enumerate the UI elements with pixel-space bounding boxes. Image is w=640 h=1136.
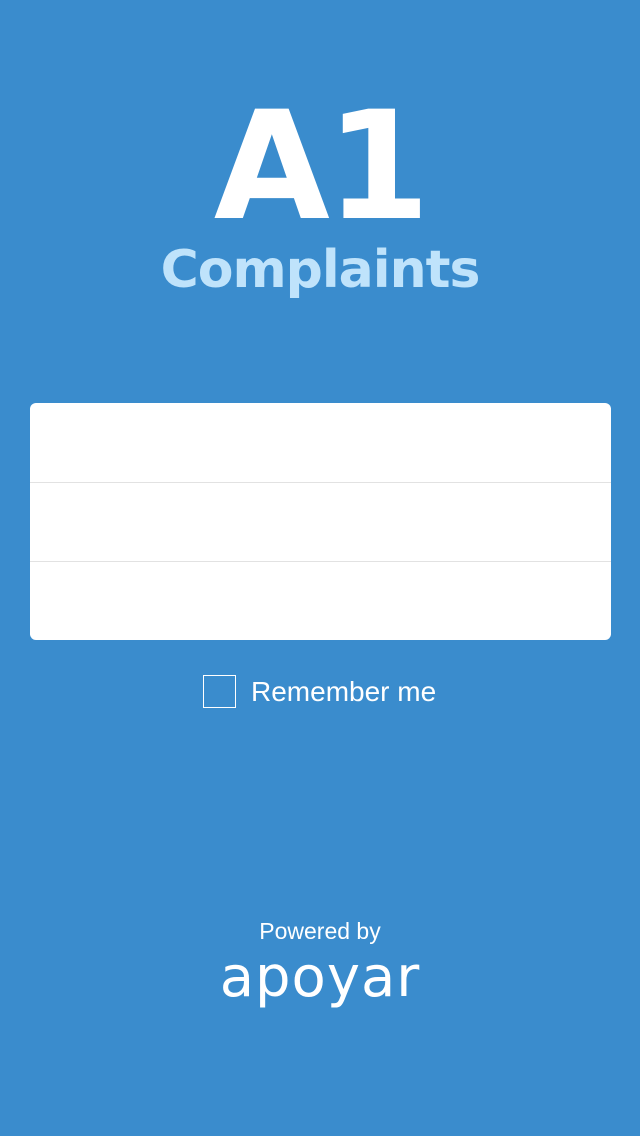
brand-logo: apoyar bbox=[219, 945, 421, 1010]
remember-me-label[interactable]: Remember me bbox=[251, 672, 436, 712]
remember-me-checkbox[interactable] bbox=[203, 675, 236, 708]
login-form bbox=[30, 403, 611, 640]
form-field-2[interactable] bbox=[30, 482, 611, 560]
powered-by-text: Powered by bbox=[259, 918, 381, 944]
form-field-3[interactable] bbox=[30, 561, 611, 639]
form-field-1[interactable] bbox=[30, 403, 611, 481]
app-logo-subtitle: Complaints bbox=[160, 240, 481, 300]
app-logo-title: A1 bbox=[213, 80, 430, 254]
